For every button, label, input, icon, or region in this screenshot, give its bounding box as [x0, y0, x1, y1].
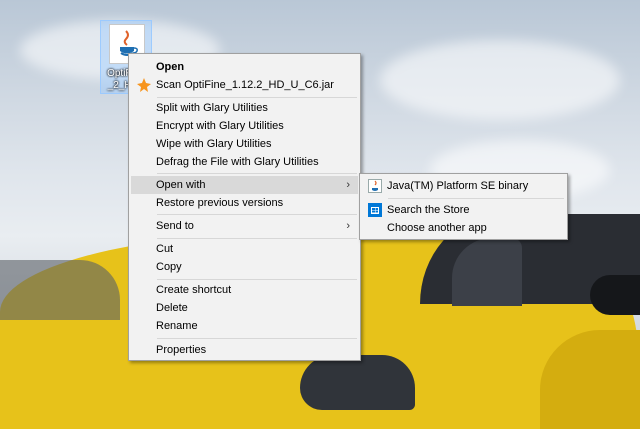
- menu-item-label: Wipe with Glary Utilities: [156, 138, 272, 150]
- store-icon: [368, 203, 382, 217]
- menu-item-label: Choose another app: [387, 222, 487, 234]
- car-headlight: [300, 355, 415, 410]
- submenu-item-java[interactable]: Java(TM) Platform SE binary: [362, 177, 565, 195]
- menu-item-properties[interactable]: Properties: [131, 341, 358, 359]
- menu-item-scan[interactable]: Scan OptiFine_1.12.2_HD_U_C6.jar: [131, 76, 358, 94]
- menu-separator: [157, 279, 357, 280]
- menu-item-label: Split with Glary Utilities: [156, 102, 268, 114]
- menu-item-label: Properties: [156, 344, 207, 356]
- menu-item-label: Search the Store: [387, 204, 470, 216]
- menu-separator: [157, 238, 357, 239]
- menu-item-create-shortcut[interactable]: Create shortcut: [131, 281, 358, 299]
- car-mirror: [590, 275, 640, 315]
- car-windshield: [0, 260, 120, 320]
- menu-item-delete[interactable]: Delete: [131, 299, 358, 317]
- submenu-item-search-store[interactable]: Search the Store: [362, 201, 565, 219]
- menu-item-label: Open: [156, 61, 185, 73]
- menu-item-restore[interactable]: Restore previous versions: [131, 194, 358, 212]
- menu-separator: [157, 214, 357, 215]
- menu-item-copy[interactable]: Copy: [131, 258, 358, 276]
- java-icon: [368, 179, 382, 193]
- menu-item-label: Encrypt with Glary Utilities: [156, 120, 284, 132]
- menu-item-rename[interactable]: Rename: [131, 317, 358, 335]
- menu-separator: [388, 198, 564, 199]
- menu-item-label: Open with: [156, 179, 206, 191]
- open-with-submenu: Java(TM) Platform SE binary Search the S…: [359, 173, 568, 240]
- menu-item-wipe[interactable]: Wipe with Glary Utilities: [131, 135, 358, 153]
- menu-item-open-with[interactable]: Open with ›: [131, 176, 358, 194]
- menu-item-cut[interactable]: Cut: [131, 240, 358, 258]
- menu-item-label: Copy: [156, 261, 182, 273]
- menu-item-open[interactable]: Open: [131, 58, 358, 76]
- menu-item-label: Restore previous versions: [156, 197, 284, 209]
- menu-item-label: Defrag the File with Glary Utilities: [156, 156, 319, 168]
- menu-item-label: Delete: [156, 302, 188, 314]
- menu-separator: [157, 173, 357, 174]
- context-menu: Open Scan OptiFine_1.12.2_HD_U_C6.jar Sp…: [128, 53, 361, 361]
- menu-item-label: Scan OptiFine_1.12.2_HD_U_C6.jar: [156, 79, 334, 91]
- chevron-right-icon: ›: [346, 220, 350, 232]
- menu-separator: [157, 97, 357, 98]
- cloud: [380, 40, 620, 120]
- menu-item-label: Java(TM) Platform SE binary: [387, 180, 529, 192]
- submenu-item-choose-app[interactable]: Choose another app: [362, 219, 565, 237]
- menu-separator: [157, 338, 357, 339]
- menu-item-label: Cut: [156, 243, 174, 255]
- menu-item-label: Send to: [156, 220, 194, 232]
- avast-icon: [137, 78, 151, 92]
- menu-item-defrag[interactable]: Defrag the File with Glary Utilities: [131, 153, 358, 171]
- menu-item-label: Rename: [156, 320, 198, 332]
- menu-item-split[interactable]: Split with Glary Utilities: [131, 99, 358, 117]
- menu-item-encrypt[interactable]: Encrypt with Glary Utilities: [131, 117, 358, 135]
- chevron-right-icon: ›: [346, 179, 350, 191]
- menu-item-label: Create shortcut: [156, 284, 232, 296]
- menu-item-send-to[interactable]: Send to ›: [131, 217, 358, 235]
